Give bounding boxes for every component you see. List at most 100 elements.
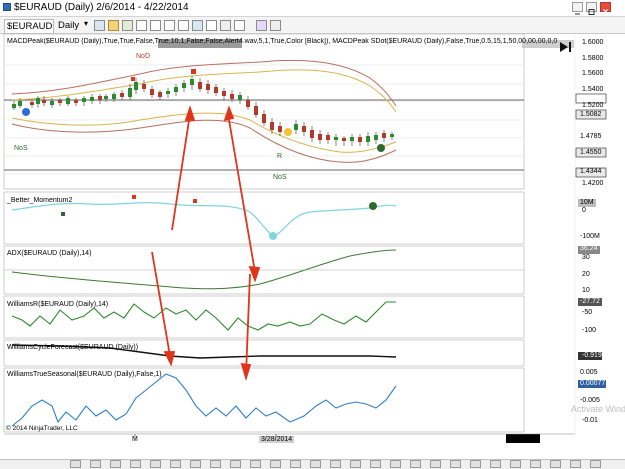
strategies-icon[interactable] — [192, 20, 203, 31]
williamsr-axis-tick: -50 — [582, 309, 593, 316]
yellow-dot — [284, 128, 292, 136]
williamsr-axis-tick: -27.72 — [580, 298, 600, 305]
price-axis-tick: 1.5400 — [582, 86, 604, 93]
tab-button[interactable] — [450, 460, 461, 468]
windows-watermark: Activate Windows — [571, 404, 625, 414]
nos-label-bottom: NoS — [273, 174, 287, 181]
data-box-icon[interactable] — [234, 20, 245, 31]
green-dot — [377, 144, 385, 152]
minimize-icon — [575, 13, 580, 15]
x-axis-label-date: 3/28/2014 — [259, 436, 295, 443]
adx-panel-label: ADX($EURAUD (Daily),14) — [7, 250, 92, 257]
tab-button[interactable] — [370, 460, 381, 468]
price-panel-label: MACDPeak($EURAUD (Daily),True,True,False… — [7, 38, 558, 45]
zoom-in-icon[interactable] — [150, 20, 161, 31]
momentum-green-dot — [369, 202, 377, 210]
price-axis-tick: 1.4200 — [582, 180, 604, 187]
maximize-icon — [588, 9, 595, 15]
blue-dot — [22, 108, 30, 116]
properties-icon[interactable] — [220, 20, 231, 31]
tab-button[interactable] — [350, 460, 361, 468]
seasonal-axis-tick: 0.005 — [580, 369, 598, 376]
price-marker: 1.5082 — [580, 111, 602, 118]
price-marker: 1.4550 — [580, 149, 602, 156]
title-bar: $EURAUD (Daily) 2/6/2014 - 4/22/2014 — [0, 0, 625, 16]
tab-button[interactable] — [150, 460, 161, 468]
cycle-marker: -0.919 — [582, 352, 602, 359]
interval-selector[interactable]: Daily — [58, 19, 79, 32]
cycle-panel-label: WilliamsCycleForecast($EURAUD (Daily)) — [7, 344, 139, 351]
tab-button[interactable] — [70, 460, 81, 468]
tab-button[interactable] — [110, 460, 121, 468]
adx-axis-tick: 20 — [582, 271, 590, 278]
minimize-button[interactable] — [572, 2, 583, 15]
tab-button[interactable] — [390, 460, 401, 468]
app-icon — [3, 3, 11, 11]
price-axis-tick: 1.5200 — [582, 102, 604, 109]
tab-button[interactable] — [510, 460, 521, 468]
price-marker: 1.4785 — [580, 133, 602, 140]
momentum-green-marker — [61, 212, 65, 216]
tab-button[interactable] — [310, 460, 321, 468]
tab-button[interactable] — [210, 460, 221, 468]
price-axis-tick: 1.5600 — [582, 70, 604, 77]
tab-button[interactable] — [130, 460, 141, 468]
tab-button[interactable] — [490, 460, 501, 468]
line-draw-icon[interactable] — [122, 20, 133, 31]
maximize-button[interactable] — [586, 2, 597, 15]
instrument-selector[interactable]: $EURAUD — [4, 19, 54, 34]
momentum-axis-tick: -100M — [580, 233, 600, 240]
x-axis-label-m: M — [132, 436, 138, 443]
tab-button[interactable] — [170, 460, 181, 468]
nos-label-left: NoS — [14, 145, 28, 152]
tab-button[interactable] — [290, 460, 301, 468]
seasonal-axis-tick: -0.005 — [580, 397, 600, 404]
tab-button[interactable] — [590, 460, 601, 468]
templates-icon[interactable] — [206, 20, 217, 31]
tab-button[interactable] — [410, 460, 421, 468]
tab-button[interactable] — [90, 460, 101, 468]
bar-type-icon[interactable] — [94, 20, 105, 31]
momentum-low-dot — [269, 232, 277, 240]
tab-button[interactable] — [330, 460, 341, 468]
text-tool-icon[interactable] — [136, 20, 147, 31]
price-axis-tick: 1.6000 — [582, 39, 604, 46]
price-axis-tick: 1.5800 — [582, 55, 604, 62]
tab-button[interactable] — [530, 460, 541, 468]
momentum-red-marker — [132, 195, 136, 199]
tab-button[interactable] — [550, 460, 561, 468]
chart-toolbar: $EURAUD Daily ▾ — [0, 16, 625, 34]
williamsr-panel-label: WilliamsR($EURAUD (Daily),14) — [7, 301, 109, 308]
momentum-red-marker — [193, 199, 197, 203]
pencil-icon[interactable] — [108, 20, 119, 31]
window-title: $EURAUD (Daily) 2/6/2014 - 4/22/2014 — [14, 2, 189, 13]
chart-area — [3, 34, 607, 443]
tab-button[interactable] — [430, 460, 441, 468]
zoom-out-icon[interactable] — [164, 20, 175, 31]
momentum-panel — [3, 191, 525, 245]
nod-label: NoD — [136, 53, 151, 60]
close-icon — [603, 9, 608, 15]
price-marker: 1.4344 — [580, 168, 602, 175]
tab-button[interactable] — [570, 460, 581, 468]
print-icon[interactable] — [256, 20, 267, 31]
adx-axis-tick: 10 — [582, 287, 590, 294]
options-icon[interactable] — [270, 20, 281, 31]
r-label: R — [277, 153, 283, 160]
momentum-axis-tick: 0 — [582, 207, 586, 214]
chart-window: $EURAUD (Daily) 2/6/2014 - 4/22/2014 $EU… — [0, 0, 625, 469]
copyright-text: © 2014 NinjaTrader, LLC — [6, 425, 78, 432]
signal-red-marker — [131, 77, 135, 81]
tab-button[interactable] — [250, 460, 261, 468]
adx-marker: 36.24 — [580, 245, 598, 252]
seasonal-axis-tick: -0.01 — [582, 417, 598, 424]
tab-button[interactable] — [270, 460, 281, 468]
tab-button[interactable] — [470, 460, 481, 468]
signal-red-marker — [191, 69, 196, 74]
close-button[interactable] — [600, 2, 611, 15]
tab-button[interactable] — [230, 460, 241, 468]
tab-button[interactable] — [190, 460, 201, 468]
seasonal-panel-label: WilliamsTrueSeasonal($EURAUD (Daily),Fal… — [7, 371, 162, 378]
seasonal-axis-tick: 0.00077 — [580, 380, 606, 387]
indicators-icon[interactable] — [178, 20, 189, 31]
